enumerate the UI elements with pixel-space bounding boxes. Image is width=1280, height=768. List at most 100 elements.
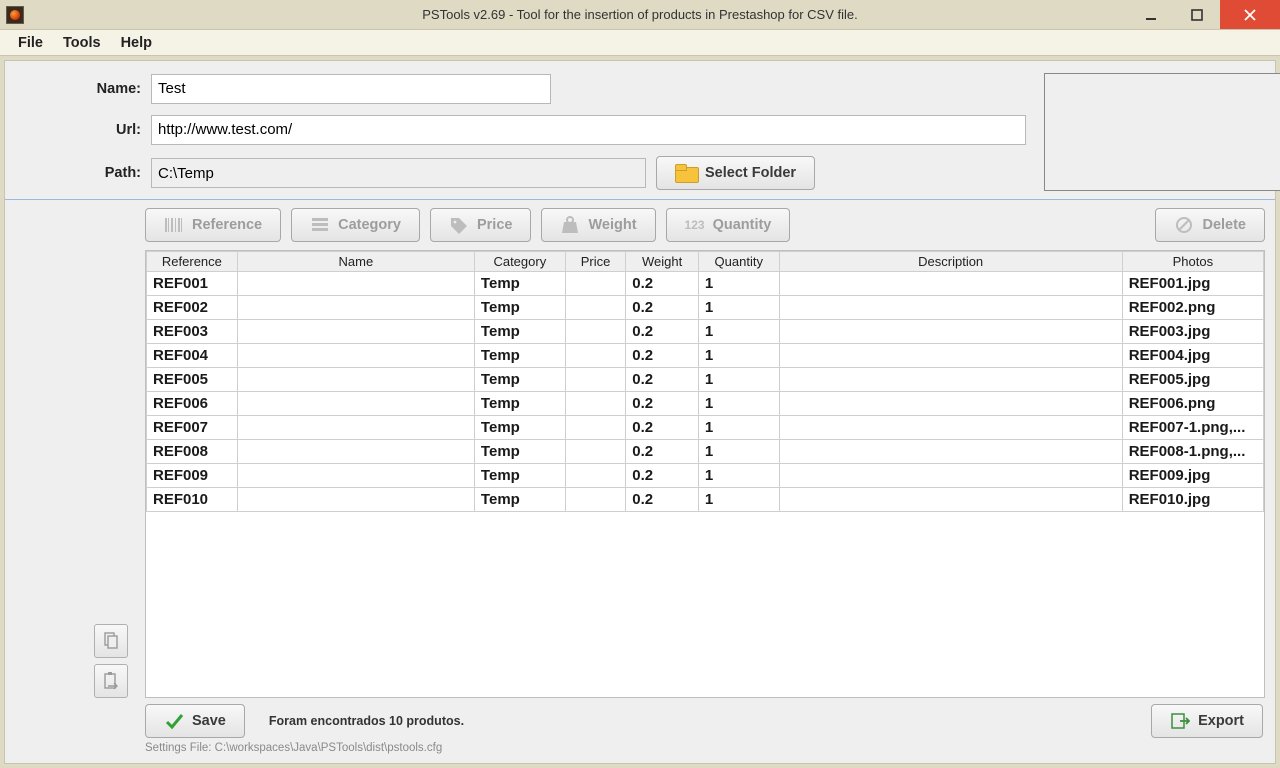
path-input[interactable] — [151, 158, 646, 188]
cell-photos[interactable]: REF010.jpg — [1122, 488, 1263, 512]
cell-photos[interactable]: REF004.jpg — [1122, 344, 1263, 368]
cell-price[interactable] — [565, 344, 626, 368]
cell-quantity[interactable]: 1 — [698, 296, 779, 320]
cell-photos[interactable]: REF003.jpg — [1122, 320, 1263, 344]
cell-quantity[interactable]: 1 — [698, 272, 779, 296]
copy-button[interactable] — [94, 624, 128, 658]
cell-category[interactable]: Temp — [474, 440, 565, 464]
cell-name[interactable] — [237, 368, 474, 392]
weight-button[interactable]: Weight — [541, 208, 655, 242]
cell-name[interactable] — [237, 488, 474, 512]
cell-quantity[interactable]: 1 — [698, 368, 779, 392]
cell-reference[interactable]: REF007 — [147, 416, 238, 440]
cell-quantity[interactable]: 1 — [698, 440, 779, 464]
cell-name[interactable] — [237, 416, 474, 440]
col-photos[interactable]: Photos — [1122, 252, 1263, 272]
cell-category[interactable]: Temp — [474, 368, 565, 392]
cell-name[interactable] — [237, 344, 474, 368]
cell-quantity[interactable]: 1 — [698, 392, 779, 416]
table-row[interactable]: REF001 Temp 0.21 REF001.jpg — [147, 272, 1264, 296]
cell-reference[interactable]: REF004 — [147, 344, 238, 368]
cell-price[interactable] — [565, 464, 626, 488]
cell-description[interactable] — [779, 488, 1122, 512]
cell-name[interactable] — [237, 392, 474, 416]
paste-button[interactable] — [94, 664, 128, 698]
table-row[interactable]: REF004Temp0.21REF004.jpg — [147, 344, 1264, 368]
save-button[interactable]: Save — [145, 704, 245, 738]
cell-name[interactable] — [237, 320, 474, 344]
table-row[interactable]: REF005 Temp 0.21 REF005.jpg — [147, 368, 1264, 392]
cell-photos[interactable]: REF009.jpg — [1122, 464, 1263, 488]
table-row[interactable]: REF006Temp0.21REF006.png — [147, 392, 1264, 416]
table-row[interactable]: REF007 Temp 0.21 REF007-1.png,... — [147, 416, 1264, 440]
cell-price[interactable] — [565, 440, 626, 464]
cell-weight[interactable]: 0.2 — [626, 320, 699, 344]
cell-description[interactable] — [779, 368, 1122, 392]
cell-description[interactable] — [779, 464, 1122, 488]
cell-weight[interactable]: 0.2 — [626, 416, 699, 440]
table-row[interactable]: REF008Temp0.21REF008-1.png,... — [147, 440, 1264, 464]
cell-quantity[interactable]: 1 — [698, 416, 779, 440]
table-row[interactable]: REF002Temp0.21REF002.png — [147, 296, 1264, 320]
products-table-wrap[interactable]: Reference Name Category Price Weight Qua… — [145, 250, 1265, 698]
cell-photos[interactable]: REF001.jpg — [1122, 272, 1263, 296]
cell-weight[interactable]: 0.2 — [626, 464, 699, 488]
cell-reference[interactable]: REF001 — [147, 272, 238, 296]
col-category[interactable]: Category — [474, 252, 565, 272]
cell-reference[interactable]: REF005 — [147, 368, 238, 392]
cell-price[interactable] — [565, 272, 626, 296]
cell-weight[interactable]: 0.2 — [626, 392, 699, 416]
close-button[interactable] — [1220, 0, 1280, 29]
cell-category[interactable]: Temp — [474, 416, 565, 440]
quantity-button[interactable]: 123 Quantity — [666, 208, 791, 242]
cell-price[interactable] — [565, 368, 626, 392]
delete-button[interactable]: Delete — [1155, 208, 1265, 242]
cell-price[interactable] — [565, 392, 626, 416]
cell-description[interactable] — [779, 296, 1122, 320]
cell-name[interactable] — [237, 296, 474, 320]
cell-weight[interactable]: 0.2 — [626, 368, 699, 392]
cell-photos[interactable]: REF005.jpg — [1122, 368, 1263, 392]
cell-category[interactable]: Temp — [474, 272, 565, 296]
url-input[interactable] — [151, 115, 1026, 145]
cell-description[interactable] — [779, 416, 1122, 440]
cell-description[interactable] — [779, 392, 1122, 416]
price-button[interactable]: Price — [430, 208, 531, 242]
cell-category[interactable]: Temp — [474, 488, 565, 512]
table-row[interactable]: REF009Temp0.21REF009.jpg — [147, 464, 1264, 488]
name-input[interactable] — [151, 74, 551, 104]
category-button[interactable]: Category — [291, 208, 420, 242]
cell-quantity[interactable]: 1 — [698, 488, 779, 512]
export-button[interactable]: Export — [1151, 704, 1263, 738]
cell-reference[interactable]: REF010 — [147, 488, 238, 512]
menu-help[interactable]: Help — [113, 32, 160, 54]
cell-price[interactable] — [565, 320, 626, 344]
cell-photos[interactable]: REF008-1.png,... — [1122, 440, 1263, 464]
cell-name[interactable] — [237, 440, 474, 464]
cell-weight[interactable]: 0.2 — [626, 272, 699, 296]
cell-photos[interactable]: REF002.png — [1122, 296, 1263, 320]
cell-description[interactable] — [779, 320, 1122, 344]
col-description[interactable]: Description — [779, 252, 1122, 272]
col-price[interactable]: Price — [565, 252, 626, 272]
cell-photos[interactable]: REF007-1.png,... — [1122, 416, 1263, 440]
cell-category[interactable]: Temp — [474, 296, 565, 320]
table-row[interactable]: REF010 Temp 0.21 REF010.jpg — [147, 488, 1264, 512]
menu-tools[interactable]: Tools — [55, 32, 109, 54]
cell-weight[interactable]: 0.2 — [626, 488, 699, 512]
cell-quantity[interactable]: 1 — [698, 344, 779, 368]
cell-photos[interactable]: REF006.png — [1122, 392, 1263, 416]
cell-price[interactable] — [565, 488, 626, 512]
reference-button[interactable]: Reference — [145, 208, 281, 242]
col-reference[interactable]: Reference — [147, 252, 238, 272]
cell-price[interactable] — [565, 416, 626, 440]
menu-file[interactable]: File — [10, 32, 51, 54]
cell-description[interactable] — [779, 344, 1122, 368]
cell-weight[interactable]: 0.2 — [626, 344, 699, 368]
col-name[interactable]: Name — [237, 252, 474, 272]
cell-reference[interactable]: REF003 — [147, 320, 238, 344]
cell-category[interactable]: Temp — [474, 320, 565, 344]
cell-weight[interactable]: 0.2 — [626, 296, 699, 320]
cell-price[interactable] — [565, 296, 626, 320]
cell-description[interactable] — [779, 440, 1122, 464]
